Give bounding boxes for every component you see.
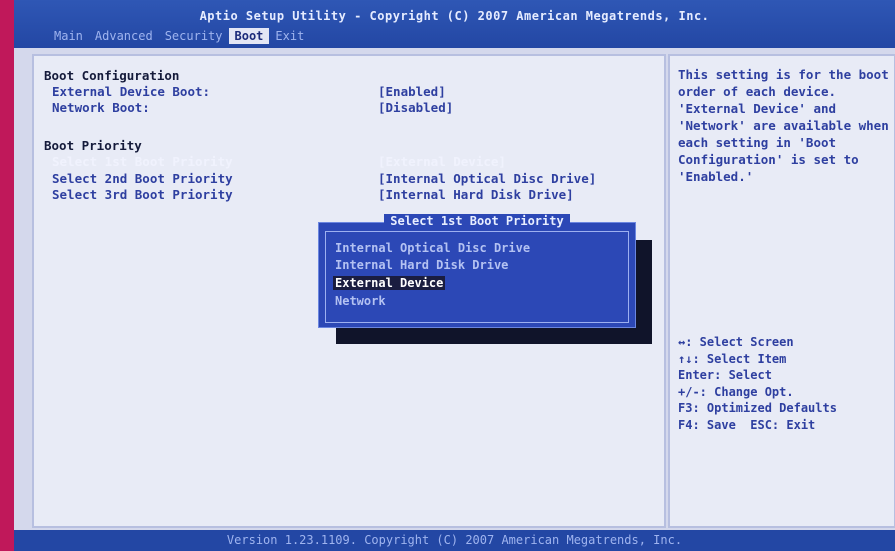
boot-priority-3-label[interactable]: Select 3rd Boot Priority bbox=[52, 187, 233, 202]
key-enter-select: Enter: Select bbox=[678, 368, 772, 382]
popup-option-network[interactable]: Network bbox=[335, 294, 386, 308]
key-save-exit: F4: Save ESC: Exit bbox=[678, 417, 816, 432]
key-legend: ↔: Select Screen ↑↓: Select Item Enter: … bbox=[678, 334, 837, 433]
key-change-option: +/-: Change Opt. bbox=[678, 384, 794, 399]
boot-priority-popup: Select 1st Boot Priority Internal Optica… bbox=[318, 214, 636, 328]
boot-priority-2-value[interactable]: [Internal Optical Disc Drive] bbox=[378, 171, 596, 186]
popup-option-optical[interactable]: Internal Optical Disc Drive bbox=[335, 241, 530, 255]
boot-priority-3-value[interactable]: [Internal Hard Disk Drive] bbox=[378, 187, 574, 202]
key-select-screen: ↔: Select Screen bbox=[678, 335, 794, 349]
boot-priority-2-label[interactable]: Select 2nd Boot Priority bbox=[52, 171, 233, 186]
tab-security[interactable]: Security bbox=[159, 28, 229, 44]
boot-priority-1-label[interactable]: Select 1st Boot Priority bbox=[52, 154, 233, 169]
popup-option-external[interactable]: External Device bbox=[333, 276, 446, 290]
network-boot-label[interactable]: Network Boot: bbox=[52, 100, 150, 115]
key-optimized-defaults: F3: Optimized Defaults bbox=[678, 401, 837, 415]
help-text: This setting is for the boot order of ea… bbox=[678, 67, 889, 184]
help-panel: This setting is for the boot order of ea… bbox=[668, 54, 895, 528]
external-device-boot-value[interactable]: [Enabled] bbox=[378, 84, 446, 99]
boot-priority-heading: Boot Priority bbox=[44, 138, 142, 153]
tab-advanced[interactable]: Advanced bbox=[89, 28, 159, 44]
tab-bar: Main Advanced Security Boot Exit bbox=[48, 28, 310, 44]
network-boot-value[interactable]: [Disabled] bbox=[378, 100, 453, 115]
popup-title-text: Select 1st Boot Priority bbox=[384, 214, 570, 228]
tab-boot[interactable]: Boot bbox=[228, 28, 270, 44]
bios-screen: Aptio Setup Utility - Copyright (C) 2007… bbox=[14, 0, 895, 551]
popup-option-hard-disk[interactable]: Internal Hard Disk Drive bbox=[335, 258, 508, 272]
popup-title: Select 1st Boot Priority bbox=[319, 214, 635, 228]
tab-exit[interactable]: Exit bbox=[269, 28, 310, 44]
header-bar: Aptio Setup Utility - Copyright (C) 2007… bbox=[14, 0, 895, 48]
boot-priority-1-value[interactable]: [External Device] bbox=[378, 154, 506, 169]
external-device-boot-label[interactable]: External Device Boot: bbox=[52, 84, 210, 99]
version-footer: Version 1.23.1109. Copyright (C) 2007 Am… bbox=[14, 530, 895, 551]
boot-configuration-heading: Boot Configuration bbox=[44, 68, 180, 83]
setup-title: Aptio Setup Utility - Copyright (C) 2007… bbox=[199, 9, 710, 23]
tab-main[interactable]: Main bbox=[48, 28, 89, 44]
key-select-item: ↑↓: Select Item bbox=[678, 351, 787, 366]
